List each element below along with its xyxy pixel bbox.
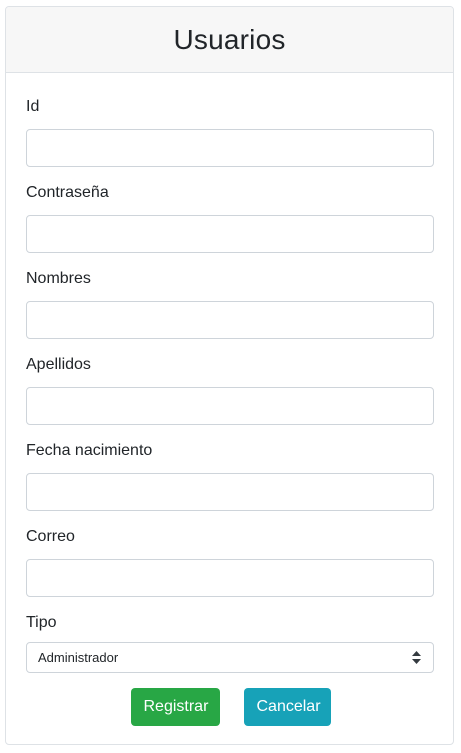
id-input[interactable] [26,129,434,167]
field-group-type: Tipo Administrador [26,612,434,673]
password-input[interactable] [26,215,434,253]
card-header: Usuarios [6,7,453,73]
cancel-button[interactable]: Cancelar [243,688,331,726]
last-names-input[interactable] [26,387,434,425]
first-names-label: Nombres [26,270,91,287]
first-names-input[interactable] [26,301,434,339]
id-label: Id [26,98,40,115]
register-button[interactable]: Registrar [130,688,220,726]
field-group-last-names: Apellidos [26,354,434,425]
field-group-birth-date: Fecha nacimiento [26,440,434,511]
chevron-up-down-icon [412,651,421,664]
page-title: Usuarios [173,23,286,55]
field-group-email: Correo [26,526,434,597]
type-select-value: Administrador [38,650,119,665]
users-card: Usuarios Id Contraseña Nombres Apellidos… [5,6,454,745]
birth-date-label: Fecha nacimiento [26,442,153,459]
password-label: Contraseña [26,184,109,201]
email-label: Correo [26,528,75,545]
birth-date-input[interactable] [26,473,434,511]
field-group-first-names: Nombres [26,268,434,339]
type-select[interactable]: Administrador [26,642,434,673]
type-label: Tipo [26,614,57,631]
email-input[interactable] [26,559,434,597]
form-actions: Registrar Cancelar [6,688,453,726]
field-group-id: Id [26,96,434,167]
last-names-label: Apellidos [26,356,91,373]
field-group-password: Contraseña [26,182,434,253]
